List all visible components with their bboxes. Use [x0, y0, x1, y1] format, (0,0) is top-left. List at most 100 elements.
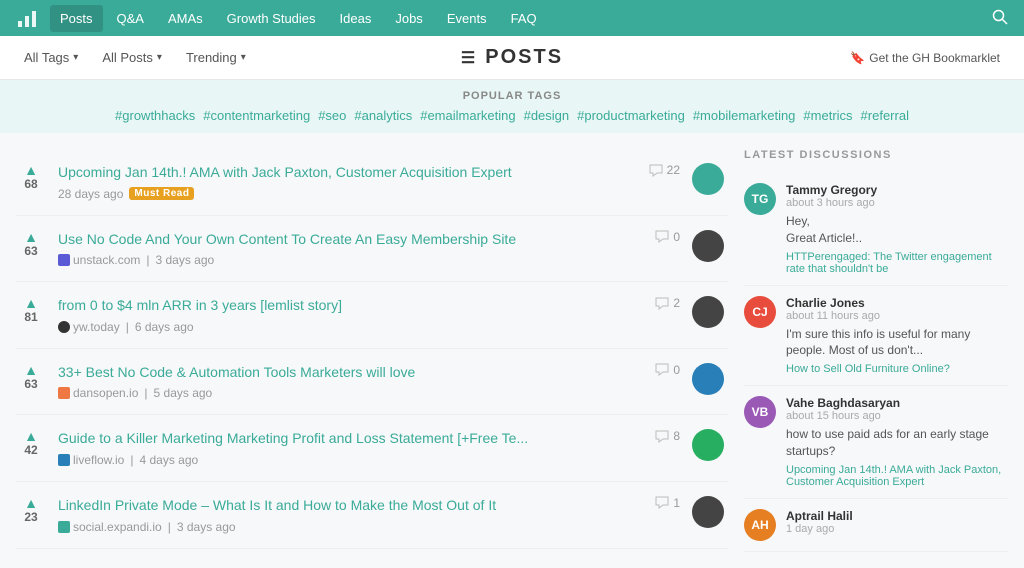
tag-link[interactable]: #mobilemarketing — [693, 108, 796, 123]
upvote-arrow[interactable]: ▲ — [24, 496, 38, 510]
comment-icon — [655, 297, 669, 310]
post-title[interactable]: from 0 to $4 mln ARR in 3 years [lemlist… — [58, 297, 342, 313]
nav-link-events[interactable]: Events — [437, 5, 497, 32]
tag-link[interactable]: #metrics — [803, 108, 852, 123]
logo[interactable] — [16, 7, 38, 29]
nav-link-amas[interactable]: AMAs — [158, 5, 213, 32]
post-content: Guide to a Killer Marketing Marketing Pr… — [58, 429, 632, 467]
sidebar: LATEST DISCUSSIONS TG Tammy Gregory abou… — [744, 133, 1024, 568]
avatar — [692, 163, 724, 195]
discussion-link[interactable]: HTTPerengaged: The Twitter engagement ra… — [786, 251, 1008, 275]
post-title[interactable]: Upcoming Jan 14th.! AMA with Jack Paxton… — [58, 164, 512, 180]
avatar-col — [692, 363, 728, 395]
discussion-text: how to use paid ads for an early stage s… — [786, 426, 1008, 460]
post-title[interactable]: Guide to a Killer Marketing Marketing Pr… — [58, 430, 528, 446]
post-meta: social.expandi.io | 3 days ago — [58, 520, 632, 534]
tag-link[interactable]: #growthhacks — [115, 108, 195, 123]
nav-link-posts[interactable]: Posts — [50, 5, 103, 32]
upvote-arrow[interactable]: ▲ — [24, 163, 38, 177]
main-layout: ▲ 68 Upcoming Jan 14th.! AMA with Jack P… — [0, 133, 1024, 568]
comment-count: 1 — [673, 496, 680, 510]
upvote-arrow[interactable]: ▲ — [24, 296, 38, 310]
tag-link[interactable]: #contentmarketing — [203, 108, 310, 123]
post-separator: | — [146, 253, 149, 267]
discussion-item: TG Tammy Gregory about 3 hours ago Hey,G… — [744, 173, 1008, 286]
tag-link[interactable]: #referral — [861, 108, 909, 123]
popular-tags-bar: POPULAR TAGS #growthhacks #contentmarketi… — [0, 80, 1024, 133]
discussion-link[interactable]: How to Sell Old Furniture Online? — [786, 363, 1008, 375]
vote-count: 42 — [24, 443, 37, 457]
discussion-item: CJ Charlie Jones about 11 hours ago I'm … — [744, 286, 1008, 387]
upvote-arrow[interactable]: ▲ — [24, 230, 38, 244]
post-age: 3 days ago — [177, 520, 236, 534]
tag-link[interactable]: #emailmarketing — [420, 108, 515, 123]
discussion-item: AH Aptrail Halil 1 day ago — [744, 499, 1008, 552]
post-meta: yw.today | 6 days ago — [58, 320, 632, 334]
bookmarklet-button[interactable]: 🔖 Get the GH Bookmarklet — [842, 47, 1008, 69]
post-title[interactable]: LinkedIn Private Mode – What Is It and H… — [58, 497, 496, 513]
nav-link-growth-studies[interactable]: Growth Studies — [217, 5, 326, 32]
discussion-avatar: AH — [744, 509, 776, 541]
post-source: dansopen.io — [58, 386, 138, 400]
all-posts-dropdown[interactable]: All Posts ▾ — [94, 46, 170, 69]
discussion-time: 1 day ago — [786, 523, 1008, 535]
post-title[interactable]: Use No Code And Your Own Content To Crea… — [58, 231, 516, 247]
avatar-col — [692, 429, 728, 461]
post-source: social.expandi.io — [58, 520, 162, 534]
nav-link-ideas[interactable]: Ideas — [330, 5, 382, 32]
chevron-down-icon: ▾ — [241, 52, 246, 63]
upvote-arrow[interactable]: ▲ — [24, 363, 38, 377]
post-source: yw.today — [58, 320, 120, 334]
post-separator: | — [168, 520, 171, 534]
popular-tags-title: POPULAR TAGS — [16, 90, 1008, 102]
all-tags-dropdown[interactable]: All Tags ▾ — [16, 46, 86, 69]
discussion-item: VB Vahe Baghdasaryan about 15 hours ago … — [744, 386, 1008, 499]
discussion-avatar: TG — [744, 183, 776, 215]
post-age: 28 days ago — [58, 187, 123, 201]
search-icon[interactable] — [992, 9, 1008, 28]
comment-icon — [655, 430, 669, 443]
discussions-list: TG Tammy Gregory about 3 hours ago Hey,G… — [744, 173, 1008, 552]
all-posts-label: All Posts — [102, 50, 153, 65]
menu-icon: ☰ — [461, 48, 477, 68]
trending-dropdown[interactable]: Trending ▾ — [178, 46, 254, 69]
avatar — [692, 363, 724, 395]
source-label: dansopen.io — [73, 386, 138, 400]
discussion-author: Charlie Jones — [786, 296, 1008, 310]
nav-link-jobs[interactable]: Jobs — [385, 5, 432, 32]
post-content: Use No Code And Your Own Content To Crea… — [58, 230, 632, 268]
tag-link[interactable]: #productmarketing — [577, 108, 685, 123]
upvote-arrow[interactable]: ▲ — [24, 429, 38, 443]
tag-link[interactable]: #analytics — [354, 108, 412, 123]
nav-link-faq[interactable]: FAQ — [501, 5, 547, 32]
discussion-avatar: CJ — [744, 296, 776, 328]
comment-col: 22 — [644, 163, 680, 177]
all-tags-label: All Tags — [24, 50, 69, 65]
nav-link-q&a[interactable]: Q&A — [107, 5, 154, 32]
page-title-area: ☰ POSTS — [461, 46, 563, 69]
source-label: yw.today — [73, 320, 120, 334]
tag-link[interactable]: #design — [524, 108, 570, 123]
post-title[interactable]: 33+ Best No Code & Automation Tools Mark… — [58, 364, 415, 380]
comment-col: 1 — [644, 496, 680, 510]
comment-count: 2 — [673, 296, 680, 310]
comment-count: 0 — [673, 230, 680, 244]
avatar — [692, 296, 724, 328]
source-favicon — [58, 321, 70, 333]
post-age: 3 days ago — [155, 253, 214, 267]
post-meta: unstack.com | 3 days ago — [58, 253, 632, 267]
discussion-link[interactable]: Upcoming Jan 14th.! AMA with Jack Paxton… — [786, 464, 1008, 488]
nav-links: PostsQ&AAMAsGrowth StudiesIdeasJobsEvent… — [50, 5, 992, 32]
post-age: 6 days ago — [135, 320, 194, 334]
avatar-col — [692, 163, 728, 195]
avatar — [692, 429, 724, 461]
post-age: 4 days ago — [139, 453, 198, 467]
tag-link[interactable]: #seo — [318, 108, 346, 123]
post-content: Upcoming Jan 14th.! AMA with Jack Paxton… — [58, 163, 632, 201]
post-item: ▲ 63 Use No Code And Your Own Content To… — [16, 216, 728, 283]
discussion-text: Hey,Great Article!.. — [786, 213, 1008, 247]
vote-count: 63 — [24, 377, 37, 391]
discussion-content: Charlie Jones about 11 hours ago I'm sur… — [786, 296, 1008, 376]
post-item: ▲ 63 33+ Best No Code & Automation Tools… — [16, 349, 728, 416]
trending-label: Trending — [186, 50, 237, 65]
